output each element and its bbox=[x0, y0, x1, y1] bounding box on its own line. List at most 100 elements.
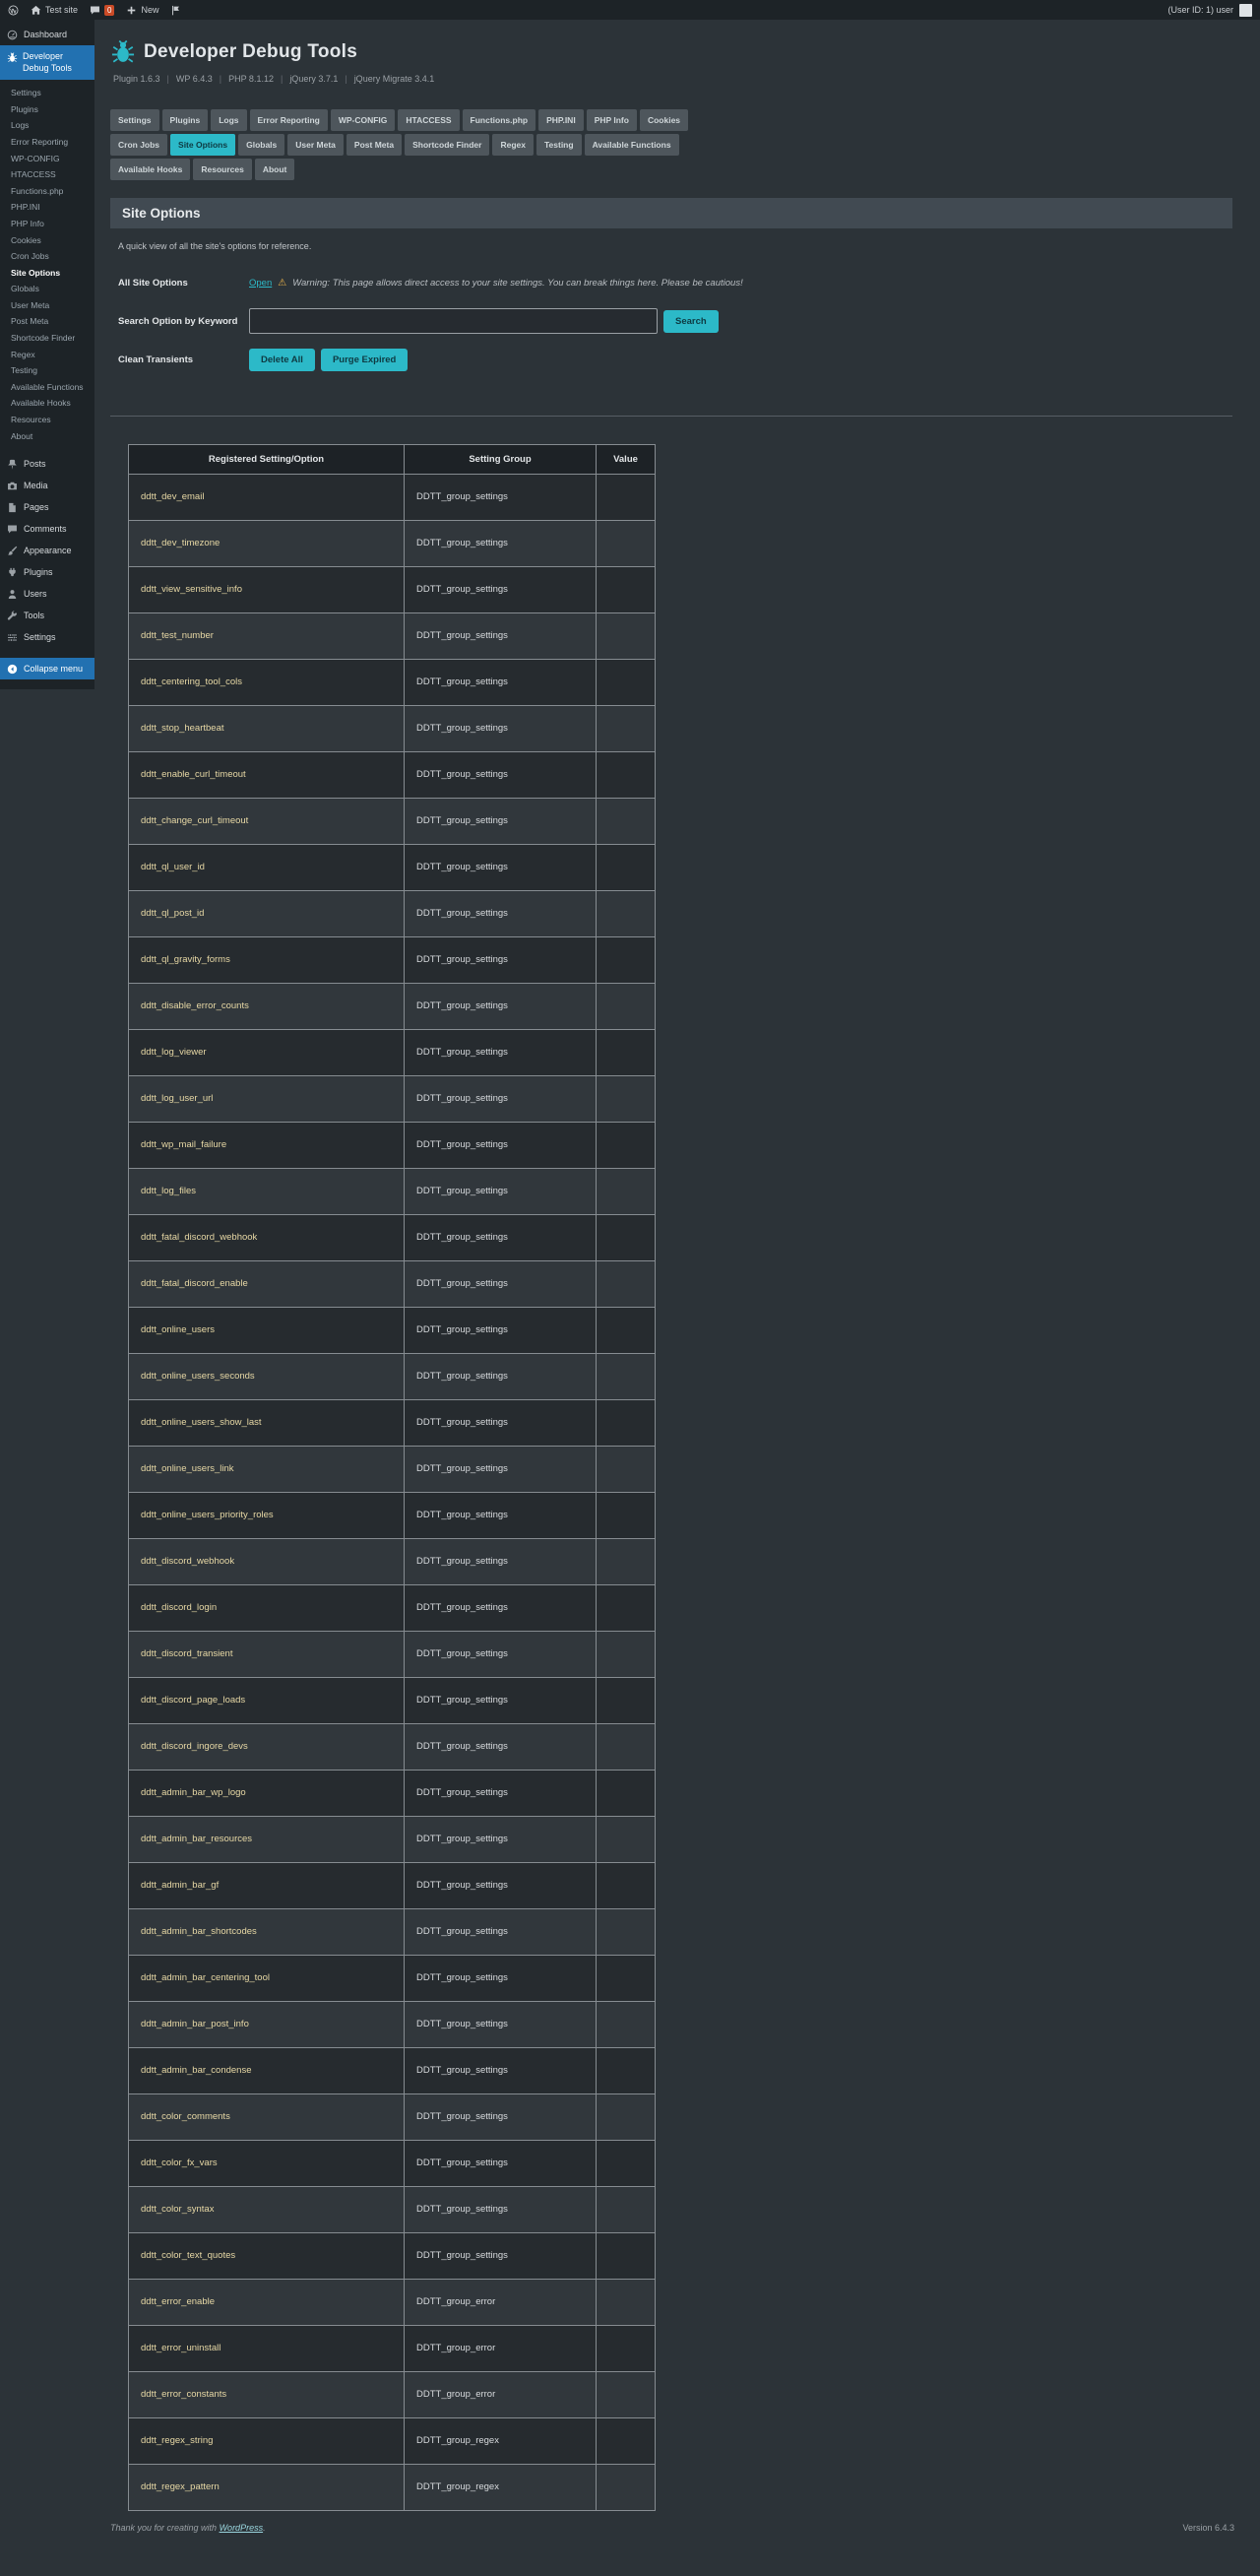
open-link[interactable]: Open bbox=[249, 278, 272, 289]
tab-globals[interactable]: Globals bbox=[238, 134, 285, 156]
tab-htaccess[interactable]: HTACCESS bbox=[398, 109, 460, 131]
sidebar-subitem-cron-jobs[interactable]: Cron Jobs bbox=[0, 248, 94, 265]
home-icon bbox=[31, 5, 41, 16]
value-cell bbox=[596, 1677, 656, 1724]
sidebar-item-developer-debug-tools[interactable]: Developer Debug Tools bbox=[0, 45, 94, 81]
tab-regex[interactable]: Regex bbox=[492, 134, 534, 156]
tab-php-info[interactable]: PHP Info bbox=[586, 109, 637, 131]
sidebar-item-posts[interactable]: Posts bbox=[0, 453, 94, 475]
site-options-table: Registered Setting/Option Setting Group Va… bbox=[128, 444, 656, 2511]
admin-bar-item-test-site[interactable]: Test site bbox=[31, 5, 78, 16]
footer-thanks-period: . bbox=[263, 2523, 266, 2533]
sidebar-subitem-resources[interactable]: Resources bbox=[0, 412, 94, 428]
sidebar-item-tools[interactable]: Tools bbox=[0, 605, 94, 626]
search-button[interactable]: Search bbox=[663, 309, 719, 333]
value-cell bbox=[596, 1816, 656, 1863]
sidebar-item-pages[interactable]: Pages bbox=[0, 496, 94, 518]
sidebar-subitem-globals[interactable]: Globals bbox=[0, 282, 94, 298]
tab-shortcode-finder[interactable]: Shortcode Finder bbox=[405, 134, 490, 156]
tab-cron-jobs[interactable]: Cron Jobs bbox=[110, 134, 168, 156]
wordpress-link[interactable]: WordPress bbox=[220, 2523, 264, 2533]
sidebar-item-comments[interactable]: Comments bbox=[0, 518, 94, 540]
purge-expired-button[interactable]: Purge Expired bbox=[320, 348, 409, 371]
section-description: A quick view of all the site's options f… bbox=[118, 241, 312, 251]
value-cell bbox=[596, 1492, 656, 1539]
sidebar-subitem-regex[interactable]: Regex bbox=[0, 347, 94, 363]
search-input[interactable] bbox=[249, 308, 658, 334]
tab-functions-php[interactable]: Functions.php bbox=[462, 109, 536, 131]
sidebar-subitem-functions-php[interactable]: Functions.php bbox=[0, 183, 94, 200]
tab-resources[interactable]: Resources bbox=[193, 159, 252, 180]
sidebar-subitem-user-meta[interactable]: User Meta bbox=[0, 297, 94, 314]
admin-bar-item-comment-icon[interactable]: 0 bbox=[90, 4, 115, 16]
avatar[interactable] bbox=[1239, 3, 1252, 17]
group-cell: DDTT_group_settings bbox=[404, 612, 597, 660]
sidebar-item-media[interactable]: Media bbox=[0, 475, 94, 496]
sidebar-subitem-about[interactable]: About bbox=[0, 428, 94, 445]
group-cell: DDTT_group_settings bbox=[404, 1584, 597, 1632]
collapse-menu-button[interactable]: Collapse menu bbox=[0, 658, 94, 680]
value-cell bbox=[596, 751, 656, 799]
tab-testing[interactable]: Testing bbox=[536, 134, 582, 156]
plugin-header: Developer Debug Tools bbox=[110, 37, 1232, 67]
user-info[interactable]: (User ID: 1) user bbox=[1167, 5, 1233, 15]
sidebar-item-dashboard[interactable]: Dashboard bbox=[0, 24, 94, 45]
tab-plugins[interactable]: Plugins bbox=[161, 109, 209, 131]
sidebar-subitem-settings[interactable]: Settings bbox=[0, 85, 94, 101]
option-cell: ddtt_online_users_seconds bbox=[128, 1353, 405, 1400]
sidebar-subitem-available-functions[interactable]: Available Functions bbox=[0, 379, 94, 396]
sidebar-item-settings[interactable]: Settings bbox=[0, 626, 94, 648]
clean-transients-label: Clean Transients bbox=[118, 354, 194, 365]
tab-php-ini[interactable]: PHP.INI bbox=[538, 109, 584, 131]
tab-cookies[interactable]: Cookies bbox=[639, 109, 689, 131]
sidebar-subitem-testing[interactable]: Testing bbox=[0, 362, 94, 379]
group-cell: DDTT_group_settings bbox=[404, 520, 597, 567]
sidebar-item-users[interactable]: Users bbox=[0, 583, 94, 605]
tab-settings[interactable]: Settings bbox=[110, 109, 159, 131]
value-cell bbox=[596, 1075, 656, 1123]
sidebar-item-plugins[interactable]: Plugins bbox=[0, 561, 94, 583]
admin-bar-item-new[interactable]: New bbox=[126, 5, 158, 16]
table-row: ddtt_error_enable DDTT_group_error bbox=[128, 2279, 656, 2326]
value-cell bbox=[596, 1584, 656, 1632]
group-cell: DDTT_group_settings bbox=[404, 659, 597, 706]
value-cell bbox=[596, 1122, 656, 1169]
table-row: ddtt_online_users_link DDTT_group_setting… bbox=[128, 1446, 656, 1493]
tab-about[interactable]: About bbox=[254, 159, 295, 180]
sidebar-subitem-site-options[interactable]: Site Options bbox=[0, 265, 94, 282]
tab-post-meta[interactable]: Post Meta bbox=[346, 134, 403, 156]
option-cell: ddtt_disable_error_counts bbox=[128, 983, 405, 1030]
group-cell: DDTT_group_settings bbox=[404, 1029, 597, 1076]
admin-bar-item-flag-icon[interactable] bbox=[170, 5, 181, 16]
tab-logs[interactable]: Logs bbox=[211, 109, 247, 131]
delete-all-button[interactable]: Delete All bbox=[249, 348, 315, 371]
sidebar-subitem-plugins[interactable]: Plugins bbox=[0, 101, 94, 118]
tab-site-options[interactable]: Site Options bbox=[170, 134, 236, 156]
sidebar-subitem-error-reporting[interactable]: Error Reporting bbox=[0, 134, 94, 151]
tab-error-reporting[interactable]: Error Reporting bbox=[249, 109, 328, 131]
sidebar-subitem-available-hooks[interactable]: Available Hooks bbox=[0, 396, 94, 413]
group-cell: DDTT_group_settings bbox=[404, 1538, 597, 1585]
sidebar-top: Dashboard bbox=[0, 24, 94, 45]
dashboard-icon bbox=[7, 30, 18, 40]
sidebar-subitem-php-ini[interactable]: PHP.INI bbox=[0, 200, 94, 217]
sidebar-subitem-htaccess[interactable]: HTACCESS bbox=[0, 166, 94, 183]
sliders-icon bbox=[7, 632, 18, 643]
option-cell: ddtt_regex_string bbox=[128, 2417, 405, 2465]
tab-user-meta[interactable]: User Meta bbox=[287, 134, 344, 156]
search-option-row: Search Option by Keyword Search bbox=[118, 308, 1232, 334]
tab-available-functions[interactable]: Available Functions bbox=[584, 134, 679, 156]
tab-wp-config[interactable]: WP-CONFIG bbox=[330, 109, 396, 131]
sidebar-subitem-php-info[interactable]: PHP Info bbox=[0, 216, 94, 232]
sidebar-subitem-shortcode-finder[interactable]: Shortcode Finder bbox=[0, 330, 94, 347]
sidebar-subitem-post-meta[interactable]: Post Meta bbox=[0, 314, 94, 331]
table-row: ddtt_discord_webhook DDTT_group_settings bbox=[128, 1538, 656, 1585]
sidebar-item-appearance[interactable]: Appearance bbox=[0, 540, 94, 561]
sidebar-subitem-logs[interactable]: Logs bbox=[0, 118, 94, 135]
sidebar-subitem-wp-config[interactable]: WP-CONFIG bbox=[0, 151, 94, 167]
tab-available-hooks[interactable]: Available Hooks bbox=[110, 159, 191, 180]
all-site-options-row: All Site Options Open ⚠ Warning: This pa… bbox=[118, 271, 1232, 294]
sidebar-subitem-cookies[interactable]: Cookies bbox=[0, 232, 94, 249]
meta-item: jQuery 3.7.1 bbox=[289, 74, 339, 84]
admin-bar-item-wordpress-logo-icon[interactable] bbox=[8, 5, 19, 16]
